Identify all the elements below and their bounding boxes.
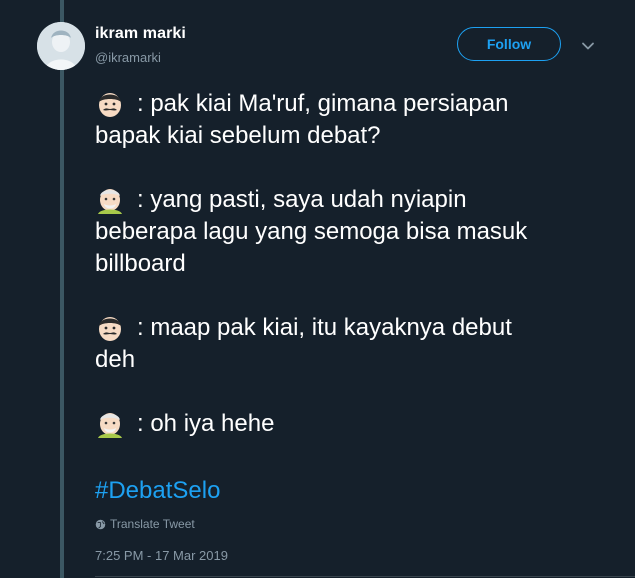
tweet-text: : pak kiai Ma'ruf, gimana persiapan bapa…: [95, 88, 615, 440]
author-handle[interactable]: @ikramarki: [95, 50, 161, 65]
dialogue-text-continuation: billboard: [95, 250, 186, 277]
chevron-down-icon[interactable]: [581, 39, 595, 53]
man-with-mustache-emoji: [99, 317, 121, 341]
dialogue-text: : oh iya hehe: [137, 410, 275, 437]
dialogue-line: : yang pasti, saya udah nyiapin beberapa…: [95, 184, 615, 280]
dialogue-text: : pak kiai Ma'ruf, gimana persiapan: [137, 90, 509, 117]
man-with-mustache-emoji: [99, 93, 121, 117]
author-name[interactable]: ikram marki: [95, 25, 186, 43]
dialogue-line: : oh iya hehe: [95, 408, 615, 440]
follow-button[interactable]: Follow: [457, 27, 561, 61]
avatar[interactable]: [37, 22, 85, 70]
divider: [95, 576, 635, 577]
translate-tweet-link[interactable]: Translate Tweet: [95, 517, 195, 531]
dialogue-text-continuation: deh: [95, 346, 136, 373]
older-man-emoji: [98, 189, 122, 214]
dialogue-line: : maap pak kiai, itu kayaknya debut deh: [95, 312, 615, 376]
hashtag-link[interactable]: #DebatSelo: [95, 477, 220, 505]
dialogue-line: : pak kiai Ma'ruf, gimana persiapan bapa…: [95, 88, 615, 152]
globe-icon: [95, 519, 106, 529]
dialogue-text-continuation: beberapa lagu yang semoga bisa masuk: [95, 218, 528, 245]
thread-line: [60, 0, 64, 578]
tweet-card: ikram marki @ikramarki Follow : pak kiai…: [0, 0, 635, 578]
dialogue-text: : maap pak kiai, itu kayaknya debut: [137, 314, 512, 341]
dialogue-text: : yang pasti, saya udah nyiapin: [137, 186, 467, 213]
translate-tweet-label: Translate Tweet: [110, 517, 195, 531]
tweet-timestamp[interactable]: 7:25 PM - 17 Mar 2019: [95, 548, 228, 563]
older-man-emoji: [98, 413, 122, 438]
dialogue-text-continuation: bapak kiai sebelum debat?: [95, 122, 381, 149]
